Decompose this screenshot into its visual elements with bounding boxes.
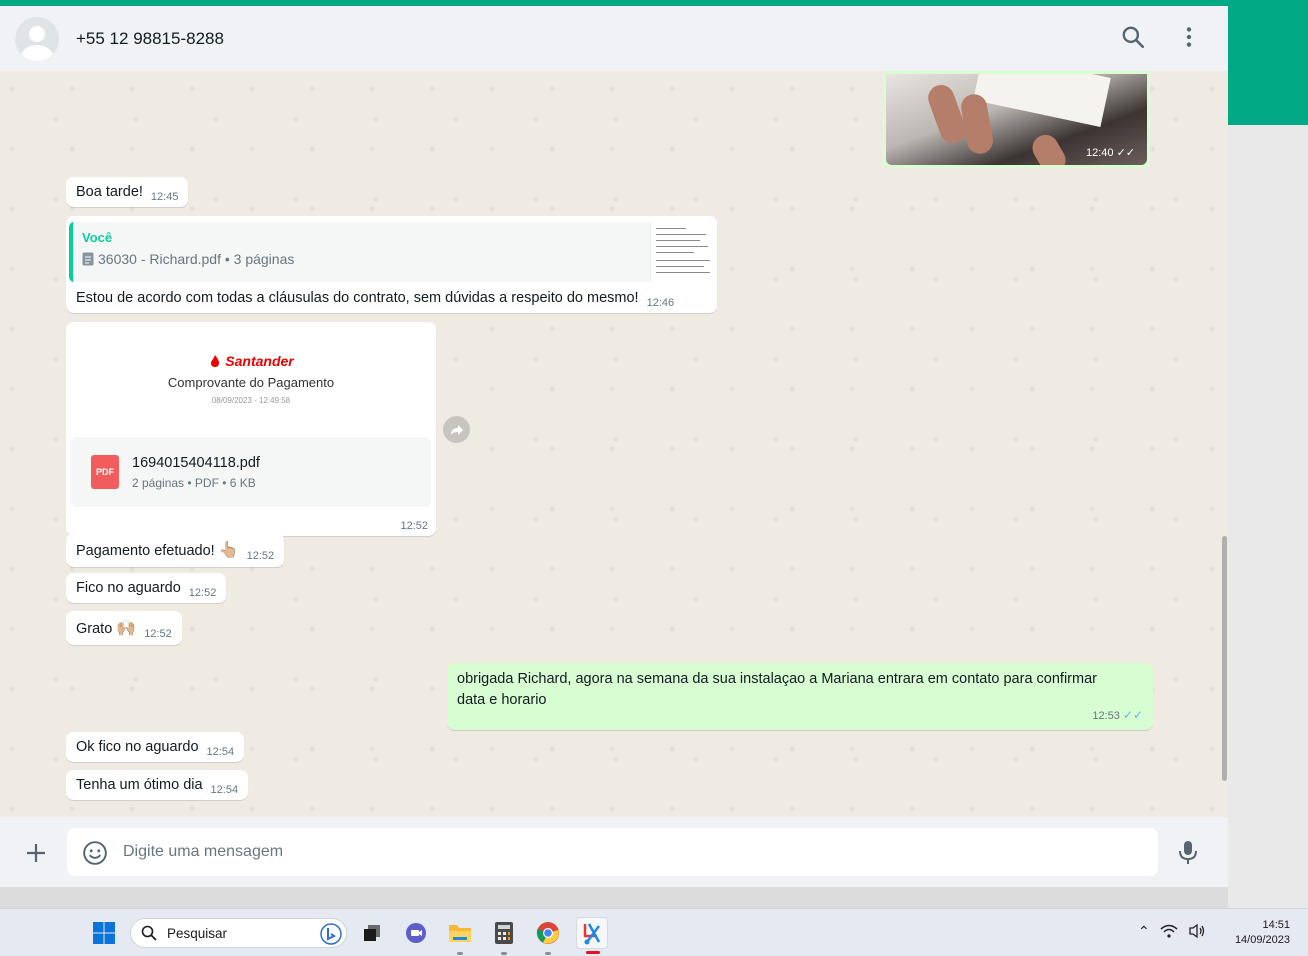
image-message[interactable]: 12:40 ✓✓	[883, 71, 1150, 168]
santander-logo: Santander	[208, 353, 294, 369]
message-text-line: data e horario	[457, 692, 547, 708]
search-icon[interactable]	[1120, 24, 1146, 50]
teams-app[interactable]	[400, 917, 432, 949]
message-time: 12:52	[188, 587, 217, 599]
chrome-icon	[536, 922, 559, 944]
raised-hands-emoji: 🙌🏼	[116, 620, 137, 637]
message-text: Fico no aguardo	[76, 580, 181, 596]
whatsapp-window: +55 12 98815-8288 12:40 ✓✓ Boa tarde! 12:…	[0, 6, 1228, 887]
contact-name[interactable]: +55 12 98815-8288	[76, 29, 224, 49]
document-file-row[interactable]: PDF 1694015404118.pdf 2 páginas • PDF • …	[71, 437, 431, 507]
quote-file-name: 36030 - Richard.pdf • 3 páginas	[98, 251, 295, 267]
message-time: 12:54	[210, 784, 239, 796]
forward-icon	[450, 424, 463, 435]
message-time: 12:53	[1092, 710, 1120, 722]
windows-logo-icon	[93, 922, 115, 944]
file-explorer-app[interactable]	[444, 917, 476, 955]
menu-icon[interactable]	[1176, 24, 1202, 50]
document-name: 1694015404118.pdf	[132, 454, 260, 471]
message-text: Tenha um ótimo dia	[76, 777, 203, 793]
flame-icon	[211, 355, 220, 367]
document-thumbnail	[650, 222, 714, 282]
incoming-reply-message[interactable]: Você 36030 - Richard.pdf • 3 páginas Est…	[66, 216, 717, 313]
folder-icon	[449, 925, 471, 942]
quoted-message[interactable]: Você 36030 - Richard.pdf • 3 páginas	[69, 222, 714, 282]
volume-icon[interactable]	[1188, 923, 1206, 939]
windows-taskbar: Pesquisar ⌃ 14:51 14/09/2023	[0, 908, 1308, 956]
taskbar-search[interactable]: Pesquisar	[130, 918, 347, 948]
preview-date: 08/09/2023 - 12:49:58	[211, 396, 291, 405]
pdf-icon: PDF	[91, 455, 119, 489]
message-input[interactable]	[123, 838, 1123, 866]
clock-time: 14:51	[1262, 919, 1290, 931]
background-panel	[1228, 125, 1308, 908]
document-icon	[82, 252, 94, 266]
chevron-up-icon[interactable]: ⌃	[1138, 923, 1150, 940]
wifi-icon[interactable]	[1160, 923, 1178, 939]
task-view-button[interactable]	[356, 917, 388, 949]
message-box[interactable]	[67, 828, 1158, 876]
incoming-message[interactable]: Fico no aguardo 12:52	[66, 573, 227, 603]
message-text: Pagamento efetuado!	[76, 543, 215, 559]
message-time: 12:52	[246, 550, 275, 562]
message-text: Grato	[76, 621, 113, 637]
document-meta: 2 páginas • PDF • 6 KB	[132, 475, 256, 490]
avatar[interactable]	[15, 16, 59, 61]
message-time: 12:54	[206, 746, 235, 758]
microphone-icon[interactable]	[1176, 839, 1200, 865]
message-text: Estou de acordo com todas a cláusulas do…	[76, 290, 639, 306]
forward-button[interactable]	[443, 416, 470, 443]
read-receipt-icon: ✓✓	[1122, 708, 1143, 722]
bing-icon	[320, 923, 342, 945]
message-time: 12:45	[150, 191, 179, 203]
chat-header: +55 12 98815-8288	[0, 6, 1228, 71]
message-text-line: obrigada Richard, agora na semana da sua…	[457, 671, 1097, 687]
message-time: 12:40	[1085, 147, 1114, 159]
message-text: Ok fico no aguardo	[76, 739, 199, 755]
message-time: 12:46	[646, 297, 675, 309]
snipping-tool-app[interactable]	[576, 917, 608, 954]
message-text: Boa tarde!	[76, 184, 143, 200]
preview-title: Comprovante do Pagamento	[167, 375, 335, 390]
composer-bar	[0, 817, 1228, 887]
side-accent-block	[1228, 0, 1308, 125]
read-receipt-icon: ✓✓	[1116, 147, 1135, 159]
document-preview[interactable]: Santander Comprovante do Pagamento 08/09…	[69, 325, 433, 433]
incoming-message[interactable]: Boa tarde! 12:45	[66, 177, 189, 207]
calculator-app[interactable]	[488, 917, 520, 955]
search-label: Pesquisar	[167, 925, 228, 941]
outgoing-message[interactable]: obrigada Richard, agora na semana da sua…	[447, 663, 1153, 730]
calculator-icon	[495, 922, 513, 944]
message-list: 12:40 ✓✓ Boa tarde! 12:45 Você 36030 - Ri…	[0, 71, 1228, 817]
incoming-message[interactable]: Grato 🙌🏼 12:52	[66, 611, 182, 645]
system-tray: ⌃	[1138, 923, 1206, 940]
snipping-tool-icon	[583, 923, 601, 945]
incoming-message[interactable]: Ok fico no aguardo 12:54	[66, 732, 245, 762]
attach-plus-icon[interactable]	[24, 841, 48, 865]
chrome-app[interactable]	[532, 917, 564, 955]
document-message[interactable]: Santander Comprovante do Pagamento 08/09…	[66, 322, 436, 536]
incoming-message[interactable]: Pagamento efetuado! 👆🏼 12:52	[66, 533, 285, 567]
message-image[interactable]: 12:40 ✓✓	[886, 74, 1147, 165]
start-button[interactable]	[88, 917, 120, 949]
clock-date: 14/09/2023	[1234, 934, 1290, 946]
chat-app-icon	[406, 923, 426, 943]
task-view-icon	[364, 925, 380, 941]
clock[interactable]: 14:51 14/09/2023	[1235, 918, 1290, 948]
search-icon	[141, 925, 157, 941]
emoji-icon[interactable]	[82, 840, 108, 866]
incoming-message[interactable]: Tenha um ótimo dia 12:54	[66, 770, 249, 800]
message-time: 12:52	[144, 628, 172, 640]
message-time: 12:52	[400, 520, 428, 532]
scrollbar[interactable]	[1222, 536, 1227, 781]
quote-author: Você	[82, 230, 113, 245]
pointing-up-emoji: 👆🏼	[218, 542, 239, 559]
